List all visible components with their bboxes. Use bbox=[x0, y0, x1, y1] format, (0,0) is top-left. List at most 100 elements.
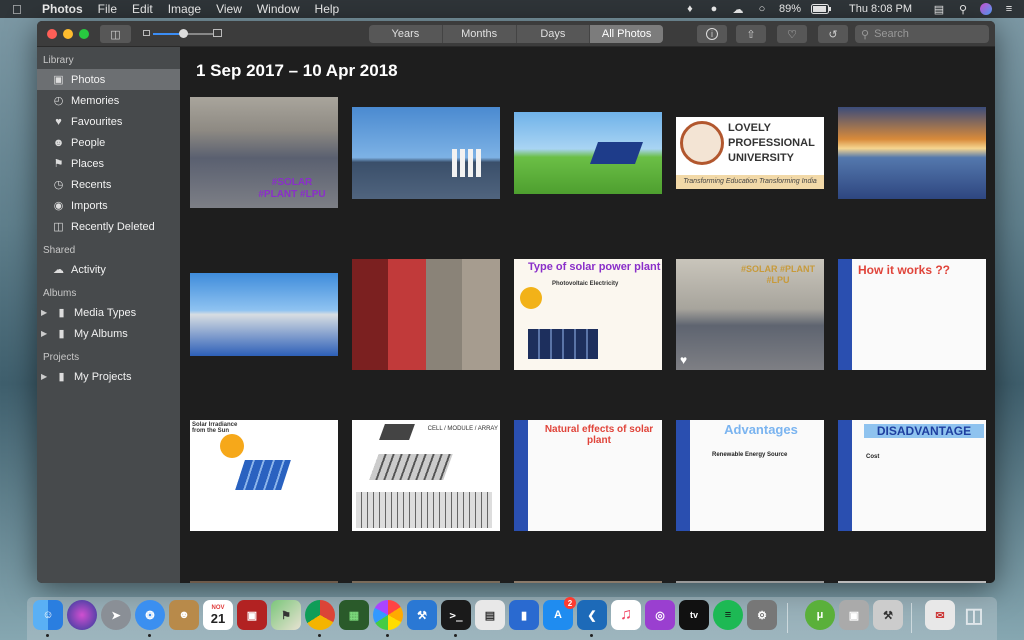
sidebar-item-imports[interactable]: ◉ Imports bbox=[37, 195, 180, 216]
maps-icon[interactable]: ⚑ bbox=[271, 600, 301, 630]
zoom-slider[interactable] bbox=[143, 29, 223, 39]
sidebar-item-people[interactable]: ☻ People bbox=[37, 132, 180, 153]
menu-window[interactable]: Window bbox=[257, 2, 300, 16]
siri-icon[interactable] bbox=[980, 3, 992, 15]
launchpad-icon[interactable]: ➤ bbox=[101, 600, 131, 630]
sidebar-item-memories[interactable]: ◴ Memories bbox=[37, 90, 180, 111]
menu-edit[interactable]: Edit bbox=[132, 2, 153, 16]
tab-days[interactable]: Days bbox=[517, 25, 591, 43]
apple-logo-icon[interactable]:  bbox=[12, 2, 26, 17]
photo-booth-icon[interactable]: ▣ bbox=[237, 600, 267, 630]
sidebar-item-places[interactable]: ⚑ Places bbox=[37, 153, 180, 174]
favourite-heart-icon[interactable]: ♥ bbox=[680, 353, 687, 367]
photo-thumbnail-partial-2[interactable] bbox=[352, 581, 500, 583]
terminal-icon[interactable]: >_ bbox=[441, 600, 471, 630]
menu-app-name[interactable]: Photos bbox=[42, 2, 83, 16]
photo-thumbnail-15[interactable]: DISADVANTAGE Cost bbox=[838, 420, 986, 531]
photo-thumbnail-11[interactable]: Solar Irradiance from the Sun bbox=[190, 420, 338, 531]
tab-years[interactable]: Years bbox=[369, 25, 443, 43]
music-icon[interactable]: ♫ bbox=[611, 600, 641, 630]
podcasts-icon[interactable]: ◎ bbox=[645, 600, 675, 630]
photo-thumbnail-7[interactable] bbox=[352, 259, 500, 370]
preview-icon[interactable]: ▤ bbox=[475, 600, 505, 630]
share-button[interactable]: ⇧ bbox=[736, 25, 766, 43]
photo-thumbnail-6[interactable] bbox=[190, 273, 338, 356]
trash-icon[interactable]: ◫ bbox=[959, 600, 989, 630]
wifi-icon[interactable]: ○ bbox=[755, 3, 769, 15]
rotate-button[interactable]: ↺ bbox=[818, 25, 848, 43]
info-button[interactable]: i bbox=[697, 25, 727, 43]
clock[interactable]: Thu 8:08 PM bbox=[849, 3, 912, 15]
battery-percent[interactable]: 89% bbox=[779, 3, 801, 15]
photo-thumbnail-partial-3[interactable] bbox=[514, 581, 662, 583]
photo-thumbnail-13[interactable]: Natural effects of solar plant bbox=[514, 420, 662, 531]
sidebar-item-activity[interactable]: ☁ Activity bbox=[37, 259, 180, 280]
sidebar-item-favourites[interactable]: ♥ Favourites bbox=[37, 111, 180, 132]
app-store-icon[interactable]: A 2 bbox=[543, 597, 576, 630]
photo-thumbnail-4[interactable]: LOVELY PROFESSIONAL UNIVERSITY Transform… bbox=[676, 117, 824, 189]
menu-file[interactable]: File bbox=[98, 2, 117, 16]
disclosure-triangle-icon[interactable]: ▶ bbox=[41, 308, 49, 317]
close-window-button[interactable] bbox=[47, 29, 57, 39]
sidebar-item-recents[interactable]: ◷ Recents bbox=[37, 174, 180, 195]
minimize-window-button[interactable] bbox=[63, 29, 73, 39]
search-field[interactable]: ⚲ Search bbox=[855, 25, 989, 43]
finder-icon[interactable]: ☺ bbox=[33, 600, 63, 630]
photo-thumbnail-5[interactable] bbox=[838, 107, 986, 199]
photo-thumbnail-14[interactable]: Advantages Renewable Energy Source bbox=[676, 420, 824, 531]
tab-all-photos[interactable]: All Photos bbox=[590, 25, 663, 43]
zoom-slider-knob[interactable] bbox=[179, 29, 188, 38]
menu-help[interactable]: Help bbox=[315, 2, 340, 16]
migration-assistant-icon[interactable]: ⚒ bbox=[873, 600, 903, 630]
sidebar-item-media-types[interactable]: ▶ ▮ Media Types bbox=[37, 302, 180, 323]
slide-side-bar bbox=[838, 259, 852, 370]
sidebar-item-my-albums[interactable]: ▶ ▮ My Albums bbox=[37, 323, 180, 344]
menu-image[interactable]: Image bbox=[168, 2, 201, 16]
creative-cloud-icon[interactable]: ● bbox=[707, 3, 721, 15]
battery-icon[interactable] bbox=[811, 3, 832, 15]
disclosure-triangle-icon[interactable]: ▶ bbox=[41, 329, 49, 338]
photo-thumbnail-2[interactable] bbox=[352, 107, 500, 199]
photo-thumbnail-10[interactable]: How it works ?? bbox=[838, 259, 986, 370]
siri-icon[interactable] bbox=[67, 600, 97, 630]
dropbox-icon[interactable]: ♦ bbox=[683, 3, 697, 15]
photo-thumbnail-partial-4[interactable] bbox=[676, 581, 824, 583]
image-capture-icon[interactable]: ▣ bbox=[839, 600, 869, 630]
favourite-button[interactable]: ♡ bbox=[777, 25, 807, 43]
spotify-icon[interactable]: ≡ bbox=[713, 600, 743, 630]
photo-thumbnail-8[interactable]: Type of solar power plant Photovoltaic E… bbox=[514, 259, 662, 370]
system-preferences-icon[interactable]: ⚙ bbox=[747, 600, 777, 630]
memories-icon: ◴ bbox=[53, 95, 64, 107]
sidebar-toggle-button[interactable]: ◫ bbox=[100, 25, 131, 43]
photo-thumbnail-3[interactable] bbox=[514, 112, 662, 194]
cloud-upload-icon[interactable]: ☁ bbox=[731, 3, 745, 16]
chrome-icon[interactable] bbox=[305, 600, 335, 630]
photos-app-icon[interactable] bbox=[373, 600, 403, 630]
photo-thumbnail-9[interactable]: #SOLAR #PLANT #LPU ♥ bbox=[676, 259, 824, 370]
contacts-icon[interactable]: ☻ bbox=[169, 600, 199, 630]
display-icon[interactable]: ▤ bbox=[932, 3, 946, 16]
vscode-icon[interactable]: ❮ bbox=[577, 600, 607, 630]
sidebar-item-photos[interactable]: ▣ Photos bbox=[37, 69, 180, 90]
mail-icon[interactable]: ✉ bbox=[925, 600, 955, 630]
tab-months[interactable]: Months bbox=[443, 25, 517, 43]
sidebar-item-my-projects[interactable]: ▶ ▮ My Projects bbox=[37, 366, 180, 387]
spotlight-search-icon[interactable]: ⚲ bbox=[956, 3, 970, 16]
photo-thumbnail-partial-5[interactable] bbox=[838, 581, 986, 583]
sidebar-item-recently-deleted[interactable]: ◫ Recently Deleted bbox=[37, 216, 180, 237]
disclosure-triangle-icon[interactable]: ▶ bbox=[41, 372, 49, 381]
notification-center-icon[interactable]: ≡ bbox=[1002, 3, 1016, 15]
safari-icon[interactable]: ❂ bbox=[135, 600, 165, 630]
sidebar-header-shared: Shared bbox=[43, 245, 76, 256]
keynote-icon[interactable]: ▮ bbox=[509, 600, 539, 630]
photo-thumbnail-partial-1[interactable] bbox=[190, 581, 338, 583]
xcode-icon[interactable]: ⚒ bbox=[407, 600, 437, 630]
memory-monitor-icon[interactable]: ▦ bbox=[339, 600, 369, 630]
photo-thumbnail-12[interactable]: CELL / MODULE / ARRAY bbox=[352, 420, 500, 531]
calendar-icon[interactable]: NOV 21 bbox=[203, 600, 233, 630]
utorrent-icon[interactable]: μ bbox=[805, 600, 835, 630]
menu-view[interactable]: View bbox=[216, 2, 242, 16]
zoom-window-button[interactable] bbox=[79, 29, 89, 39]
photo-thumbnail-1[interactable]: #SOLAR #PLANT #LPU bbox=[190, 97, 338, 208]
tv-icon[interactable]: tv bbox=[679, 600, 709, 630]
